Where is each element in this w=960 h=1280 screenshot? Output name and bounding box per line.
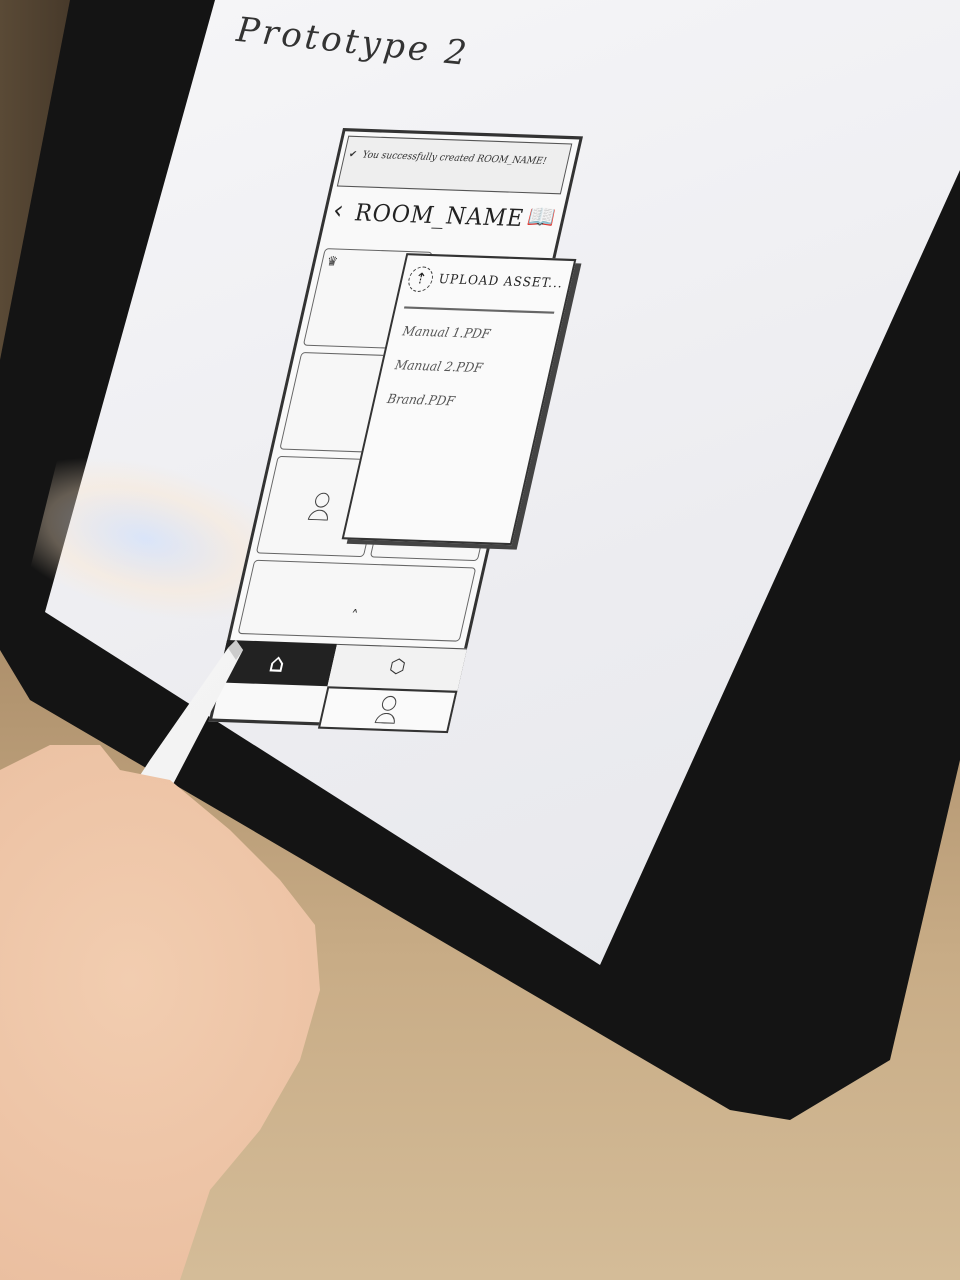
divider	[404, 306, 555, 314]
upload-asset-button[interactable]: ⇡ UPLOAD ASSET...	[404, 266, 567, 303]
success-toast: ✔ You successfully created ROOM_NAME!	[336, 135, 573, 195]
toast-text: You successfully created ROOM_NAME!	[361, 150, 548, 168]
file-item[interactable]: Manual 1.PDF	[401, 324, 492, 342]
book-icon[interactable]: 📖	[525, 204, 558, 231]
upload-label: UPLOAD ASSET...	[437, 271, 565, 291]
nav-box-button[interactable]: ⬡	[327, 643, 468, 691]
box-icon: ⬡	[387, 655, 408, 679]
person-icon	[374, 695, 401, 724]
room-title: ROOM_NAME	[351, 200, 527, 233]
file-item[interactable]: Manual 2.PDF	[394, 357, 485, 375]
nav-profile-button[interactable]	[317, 686, 458, 734]
file-item[interactable]: Brand.PDF	[386, 391, 456, 408]
bottom-nav: ⌂ ⬡	[208, 639, 468, 734]
check-icon: ✔	[347, 149, 358, 161]
upload-icon: ⇡	[405, 266, 436, 293]
crown-icon: ♛	[325, 253, 340, 269]
home-icon: ⌂	[266, 647, 289, 679]
person-icon	[307, 492, 334, 521]
grid-card[interactable]	[237, 559, 477, 642]
back-icon[interactable]: ‹	[330, 195, 346, 225]
room-header: ‹ ROOM_NAME 📖	[326, 193, 560, 243]
